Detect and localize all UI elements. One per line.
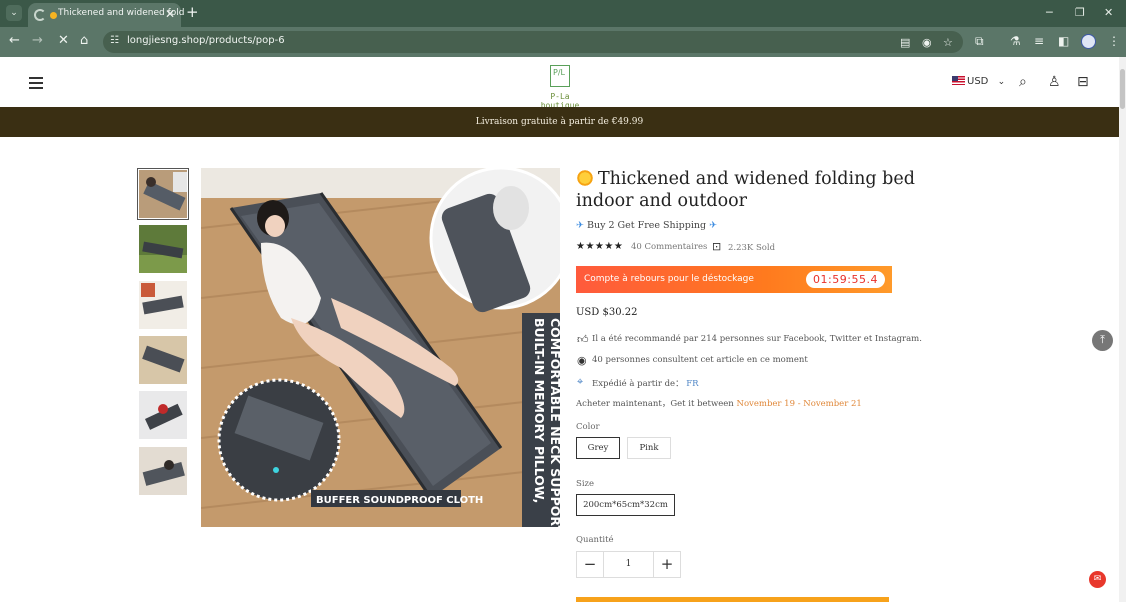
color-option-pink[interactable]: Pink — [627, 437, 671, 459]
profile-avatar-icon[interactable] — [1081, 34, 1096, 49]
address-bar[interactable]: ☷ longjiesng.shop/products/pop-6 ▤ ◉ ☆ — [103, 31, 963, 53]
clearance-countdown: Compte à rebours pour le déstockage 01:5… — [576, 266, 892, 293]
promo-text: Buy 2 Get Free Shipping — [587, 220, 707, 231]
stop-loading-icon[interactable]: ✕ — [58, 33, 69, 48]
delivery-estimate: Acheter maintenant，Get it between Novemb… — [576, 397, 862, 409]
countdown-label: Compte à rebours pour le déstockage — [584, 274, 754, 284]
cart-icon[interactable]: ⊟ — [1077, 74, 1089, 90]
tracking-protection-icon[interactable]: ◉ — [922, 36, 932, 49]
media-controls-icon[interactable]: ≡ — [1034, 34, 1044, 48]
bookmark-star-icon[interactable]: ☆ — [943, 36, 953, 49]
tab-search-icon[interactable]: ⌄ — [6, 5, 22, 21]
size-option[interactable]: 200cm*65cm*32cm — [576, 494, 675, 516]
rating-stars-icon[interactable]: ★★★★★ — [576, 241, 623, 252]
color-label: Color — [576, 422, 600, 432]
forward-icon[interactable]: → — [32, 33, 43, 48]
eye-icon: ◉ — [577, 354, 587, 367]
location-pin-icon: ⌖ — [577, 375, 584, 388]
sold-count: 2.23K Sold — [728, 243, 776, 253]
browser-menu-icon[interactable]: ⋮ — [1108, 34, 1120, 48]
gallery-thumbnail-4[interactable] — [139, 336, 187, 384]
gallery-thumbnail-5[interactable] — [139, 391, 187, 439]
account-icon[interactable]: ♙ — [1048, 74, 1061, 90]
logo-icon[interactable]: P/L — [550, 65, 570, 87]
gallery-thumbnail-3[interactable] — [139, 281, 187, 329]
window-close-icon[interactable]: ✕ — [1104, 6, 1113, 19]
maximize-icon[interactable]: ❐ — [1075, 6, 1085, 19]
us-flag-icon — [952, 76, 965, 85]
browser-toolbar: ← → ✕ ⌂ ☷ longjiesng.shop/products/pop-6… — [0, 27, 1126, 57]
search-icon[interactable]: ⌕ — [1019, 74, 1027, 90]
chevron-down-icon: ⌄ — [997, 77, 1006, 87]
browser-tab[interactable]: Thickened and widened fold ✕ — [28, 3, 184, 27]
home-icon[interactable]: ⌂ — [80, 33, 88, 48]
favicon-icon — [50, 12, 57, 19]
gallery-thumbnail-1[interactable] — [137, 168, 189, 220]
new-tab-button[interactable]: + — [186, 3, 199, 21]
quantity-stepper: − 1 + — [576, 551, 681, 578]
scrollbar-thumb[interactable] — [1120, 69, 1125, 109]
quantity-label: Quantité — [576, 535, 614, 545]
url-text: longjiesng.shop/products/pop-6 — [127, 35, 285, 46]
side-caption-line-1: BUILT-IN MEMORY PILLOW, — [532, 318, 547, 503]
shopping-bag-icon: ⊡ — [712, 240, 722, 253]
countdown-timer: 01:59:55.4 — [806, 271, 885, 288]
quantity-increase-button[interactable]: + — [653, 552, 680, 577]
shipping-banner: Livraison gratuite à partir de €49.99 — [0, 107, 1119, 137]
minimize-icon[interactable]: ─ — [1046, 6, 1053, 19]
ship-from-line: Expédié à partir de： FR — [592, 377, 699, 389]
site-info-icon[interactable]: ☷ — [110, 35, 119, 46]
quantity-decrease-button[interactable]: − — [577, 552, 604, 577]
back-icon[interactable]: ← — [9, 33, 20, 48]
color-option-grey[interactable]: Grey — [576, 437, 620, 459]
delivery-dates: November 19 - November 21 — [736, 399, 862, 409]
site-header: P/L P-La boutique USD ⌄ ⌕ ♙ ⊟ — [0, 57, 1119, 110]
sun-icon — [576, 169, 594, 187]
chat-widget-icon[interactable]: ✉ — [1089, 571, 1106, 588]
back-to-top-icon[interactable]: ⤒ — [1092, 330, 1113, 351]
side-caption-line-2: COMFORTABLE NECK SUPPORT — [548, 318, 560, 527]
browser-tab-bar: ⌄ Thickened and widened fold ✕ + ─ ❐ ✕ — [0, 0, 1126, 27]
extensions-icon[interactable]: ⧉ — [975, 34, 984, 49]
page-scrollbar[interactable] — [1119, 57, 1126, 602]
labs-icon[interactable]: ⚗ — [1010, 34, 1021, 48]
thumbs-up-icon: 👍︎ — [577, 333, 589, 346]
delivery-prefix: Acheter maintenant，Get it between — [576, 399, 734, 409]
currency-label: USD — [967, 76, 989, 87]
product-title: Thickened and widened folding bed indoor… — [576, 169, 915, 211]
translate-icon[interactable]: ▤ — [900, 36, 910, 49]
menu-icon[interactable] — [29, 77, 43, 92]
viewing-text: 40 personnes consultent cet article en c… — [592, 355, 808, 365]
gallery-thumbnail-6[interactable] — [139, 447, 187, 495]
ship-from-label: Expédié à partir de： — [592, 379, 684, 389]
gallery-thumbnail-2[interactable] — [139, 225, 187, 273]
loading-spinner-icon — [34, 9, 46, 21]
side-panel-icon[interactable]: ◧ — [1058, 34, 1069, 48]
currency-selector[interactable]: USD ⌄ — [952, 76, 1005, 87]
ship-from-value: FR — [686, 379, 699, 389]
reviews-link[interactable]: 40 Commentaires — [631, 242, 707, 252]
product-title-block: Thickened and widened folding bed indoor… — [576, 168, 976, 212]
bottom-caption: BUFFER SOUNDPROOF CLOTH — [316, 495, 483, 506]
tab-close-icon[interactable]: ✕ — [165, 7, 175, 21]
quantity-input[interactable]: 1 — [604, 552, 653, 577]
size-label: Size — [576, 479, 595, 489]
promo-line: ✈ Buy 2 Get Free Shipping ✈ — [576, 220, 717, 231]
add-to-cart-button[interactable] — [576, 597, 889, 602]
airplane-icon: ✈ — [709, 220, 718, 231]
product-price: USD $30.22 — [576, 307, 638, 318]
main-product-image[interactable]: BUILT-IN MEMORY PILLOW, COMFORTABLE NECK… — [201, 168, 560, 527]
airplane-icon: ✈ — [576, 220, 584, 231]
recommend-text: Il a été recommandé par 214 personnes su… — [592, 334, 922, 344]
